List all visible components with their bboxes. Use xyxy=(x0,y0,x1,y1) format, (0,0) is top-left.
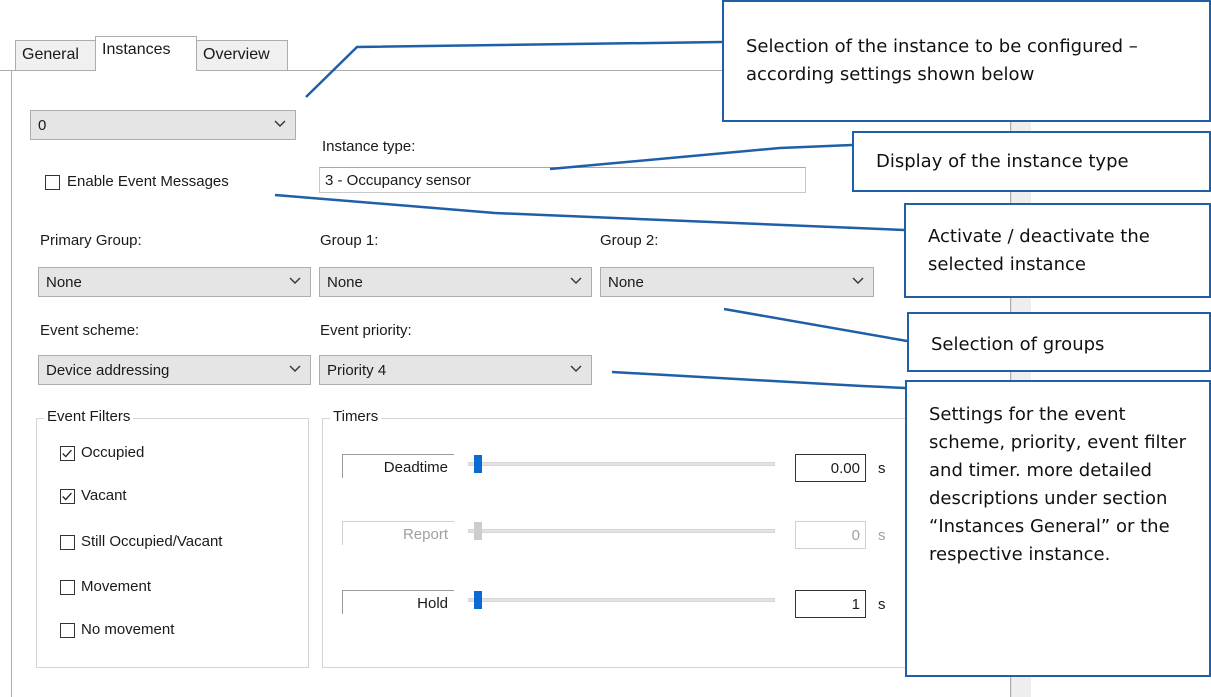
group1-label: Group 1: xyxy=(320,232,379,249)
deadtime-slider-track[interactable] xyxy=(468,462,775,466)
hold-slider-track[interactable] xyxy=(468,598,775,602)
filter-no-movement-checkbox[interactable] xyxy=(60,623,75,638)
filter-vacant-checkbox[interactable] xyxy=(60,489,75,504)
tab-general[interactable]: General xyxy=(15,40,96,70)
report-label: Report xyxy=(342,521,454,545)
check-icon xyxy=(62,449,72,458)
filter-movement-checkbox[interactable] xyxy=(60,580,75,595)
callout-groups: Selection of groups xyxy=(907,312,1211,372)
event-scheme-label: Event scheme: xyxy=(40,322,140,339)
hold-unit: s xyxy=(878,596,886,613)
primary-group-select[interactable]: None xyxy=(38,267,311,297)
primary-group-value: None xyxy=(46,274,82,291)
report-unit: s xyxy=(878,527,886,544)
deadtime-unit: s xyxy=(878,460,886,477)
event-scheme-value: Device addressing xyxy=(46,362,170,379)
tab-overview[interactable]: Overview xyxy=(196,40,288,70)
enable-event-label: Enable Event Messages xyxy=(67,173,229,190)
deadtime-value-input[interactable]: 0.00 xyxy=(795,454,866,482)
report-slider-thumb xyxy=(474,522,482,540)
instance-select[interactable]: 0 xyxy=(30,110,296,140)
report-value-input: 0 xyxy=(795,521,866,549)
event-scheme-select[interactable]: Device addressing xyxy=(38,355,311,385)
primary-group-label: Primary Group: xyxy=(40,232,142,249)
filter-occupied-label: Occupied xyxy=(81,444,145,461)
group2-value: None xyxy=(608,274,644,291)
tab-label: Overview xyxy=(203,46,270,63)
tab-label: General xyxy=(22,46,79,63)
check-icon xyxy=(62,492,72,501)
callout-instance-text: Selection of the instance to be configur… xyxy=(746,36,1138,85)
report-slider-track xyxy=(468,529,775,533)
chevron-down-icon xyxy=(852,277,864,284)
event-priority-label: Event priority: xyxy=(320,322,412,339)
chevron-down-icon xyxy=(289,277,301,284)
event-filters-title: Event Filters xyxy=(44,408,134,425)
chevron-down-icon xyxy=(274,120,286,127)
event-priority-select[interactable]: Priority 4 xyxy=(319,355,592,385)
filter-no-movement-label: No movement xyxy=(81,621,175,638)
instance-type-field: 3 - Occupancy sensor xyxy=(319,167,806,193)
deadtime-slider-thumb[interactable] xyxy=(474,455,482,473)
hold-value-input[interactable]: 1 xyxy=(795,590,866,618)
filter-still-occupied-label: Still Occupied/Vacant xyxy=(81,533,223,550)
hold-label: Hold xyxy=(342,590,454,614)
callout-instance-type: Display of the instance type xyxy=(852,131,1211,192)
group1-value: None xyxy=(327,274,363,291)
event-priority-value: Priority 4 xyxy=(327,362,387,379)
chevron-down-icon xyxy=(570,277,582,284)
chevron-down-icon xyxy=(289,365,301,372)
panel-border-left xyxy=(11,70,12,697)
deadtime-label: Deadtime xyxy=(342,454,454,478)
filter-movement-label: Movement xyxy=(81,578,152,595)
tab-label: Instances xyxy=(102,41,171,58)
filter-occupied-checkbox[interactable] xyxy=(60,446,75,461)
filter-vacant-label: Vacant xyxy=(81,487,127,504)
callout-activate-text: Activate / deactivate the selected insta… xyxy=(928,226,1150,275)
filter-still-occupied-checkbox[interactable] xyxy=(60,535,75,550)
callout-activate: Activate / deactivate the selected insta… xyxy=(904,203,1211,298)
callout-type-text: Display of the instance type xyxy=(876,151,1129,172)
instance-select-value: 0 xyxy=(38,117,47,134)
chevron-down-icon xyxy=(570,365,582,372)
instance-type-label: Instance type: xyxy=(322,138,416,155)
enable-event-checkbox[interactable] xyxy=(45,175,60,190)
timers-title: Timers xyxy=(330,408,382,425)
group2-select[interactable]: None xyxy=(600,267,874,297)
tab-instances[interactable]: Instances xyxy=(95,36,197,71)
callout-groups-text: Selection of groups xyxy=(931,334,1105,355)
callout-instance-selection: Selection of the instance to be configur… xyxy=(722,0,1211,122)
callout-settings-text: Settings for the event scheme, priority,… xyxy=(929,404,1187,565)
hold-slider-thumb[interactable] xyxy=(474,591,482,609)
callout-settings: Settings for the event scheme, priority,… xyxy=(905,380,1211,677)
group1-select[interactable]: None xyxy=(319,267,592,297)
group2-label: Group 2: xyxy=(600,232,659,249)
